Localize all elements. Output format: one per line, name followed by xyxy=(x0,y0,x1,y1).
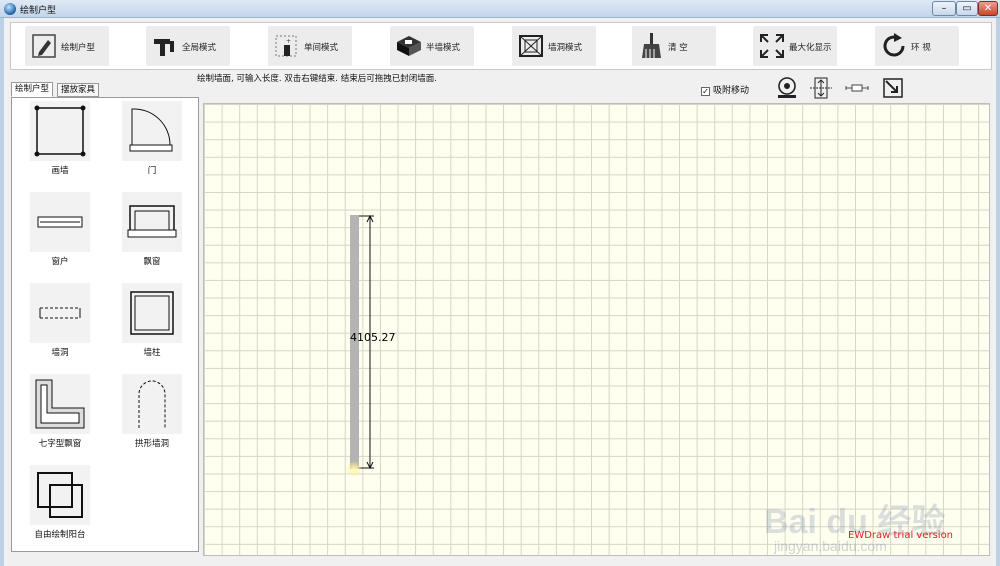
toolbar-clear-button[interactable]: 清 空 xyxy=(632,26,716,66)
palette-item-door[interactable]: 门 xyxy=(122,101,182,176)
palette-label: 门 xyxy=(147,166,157,176)
palette-label: 墙柱 xyxy=(143,348,161,358)
palette-label: 墙洞 xyxy=(51,348,69,358)
palette-item-bay-window[interactable]: 飘窗 xyxy=(122,192,182,267)
global-layout-icon xyxy=(154,39,174,56)
palette-label: 拱形墙洞 xyxy=(134,439,169,449)
toolbar-label: 环 视 xyxy=(911,43,931,53)
wall-hole-icon xyxy=(39,307,81,319)
window-icon xyxy=(37,216,83,228)
window-title: 绘制户型 xyxy=(20,6,57,16)
toolbar-half-wall-button[interactable]: 半墙模式 xyxy=(390,26,474,66)
instruction-text: 绘制墙面, 可输入长度. 双击右键结束. 结束后可拖拽已封闭墙面. xyxy=(197,74,437,84)
door-icon xyxy=(129,108,173,152)
toolbar-label: 绘制户型 xyxy=(61,43,96,53)
main-window: 绘制户型 全局模式 + 单间模式 半墙模式 墙洞模式 清 空 最大化显示 环 视 xyxy=(4,18,996,566)
half-wall-icon xyxy=(397,36,421,56)
maximize-button[interactable]: ▭ xyxy=(956,1,978,16)
palette-item-wall-pillar[interactable]: 墙柱 xyxy=(122,283,182,358)
bay-window-icon xyxy=(127,205,177,238)
wall-pillar-icon xyxy=(130,291,174,335)
toolbar-label: 半墙模式 xyxy=(426,43,461,53)
single-room-icon: + xyxy=(275,35,297,57)
rotate-icon xyxy=(883,33,905,57)
dimension-label: 4105.27 xyxy=(350,331,396,344)
trial-version-label: EWDraw trial version xyxy=(848,530,954,541)
toolbar-look-around-button[interactable]: 环 视 xyxy=(875,26,959,66)
toolbar-draw-plan-button[interactable]: 绘制户型 xyxy=(25,26,109,66)
toolbar-wall-hole-button[interactable]: 墙洞模式 xyxy=(512,26,596,66)
free-balcony-icon xyxy=(37,472,83,518)
l-bay-window-icon xyxy=(35,379,85,429)
palette-label: 窗户 xyxy=(51,257,69,267)
broom-icon xyxy=(642,33,661,58)
snap-move-label: 吸附移动 xyxy=(713,86,750,96)
toolbar: 绘制户型 全局模式 + 单间模式 半墙模式 墙洞模式 清 空 最大化显示 环 视 xyxy=(10,22,992,70)
svg-text:+: + xyxy=(286,38,291,45)
maximize-icon xyxy=(760,34,784,58)
minimize-button[interactable]: – xyxy=(932,1,956,16)
palette-item-window[interactable]: 窗户 xyxy=(30,192,90,267)
cursor-highlight xyxy=(347,462,361,476)
app-icon xyxy=(4,3,16,15)
watermark: Bai du 经验 jingyan.baidu.com xyxy=(764,480,964,560)
pencil-icon xyxy=(32,34,56,58)
vertical-measure-icon[interactable] xyxy=(808,76,834,100)
arch-hole-icon xyxy=(138,380,166,428)
palette-item-free-balcony[interactable]: 自由绘制阳台 xyxy=(30,465,90,540)
component-palette: 画墙 门 窗户 飘窗 墙洞 墙柱 七字型飘窗 拱形墙洞 自由绘制阳台 xyxy=(11,97,199,552)
camera-icon[interactable] xyxy=(774,76,800,100)
palette-label: 画墙 xyxy=(51,166,69,176)
tab-draw-plan[interactable]: 绘制户型 xyxy=(11,82,54,97)
close-button[interactable]: ✕ xyxy=(978,1,998,16)
toolbar-label: 清 空 xyxy=(668,43,688,53)
toolbar-label: 单间模式 xyxy=(304,43,339,53)
snap-move-checkbox[interactable]: ✓ 吸附移动 xyxy=(701,83,749,96)
palette-item-arch-hole[interactable]: 拱形墙洞 xyxy=(122,374,182,449)
toolbar-label: 墙洞模式 xyxy=(548,43,583,53)
palette-item-wall-hole[interactable]: 墙洞 xyxy=(30,283,90,358)
palette-label: 飘窗 xyxy=(143,257,161,267)
horizontal-measure-icon[interactable] xyxy=(844,76,870,100)
wall-hole-icon xyxy=(519,35,543,57)
toolbar-label: 最大化显示 xyxy=(789,43,832,53)
tab-place-furniture[interactable]: 摆放家具 xyxy=(57,83,100,97)
draw-wall-icon xyxy=(34,105,86,157)
toolbar-label: 全局模式 xyxy=(182,43,217,53)
toolbar-global-mode-button[interactable]: 全局模式 xyxy=(146,26,230,66)
toolbar-single-room-button[interactable]: + 单间模式 xyxy=(268,26,352,66)
palette-label: 七字型飘窗 xyxy=(38,439,82,449)
toolbar-maximize-view-button[interactable]: 最大化显示 xyxy=(753,26,837,66)
palette-item-draw-wall[interactable]: 画墙 xyxy=(30,101,90,176)
title-bar: 绘制户型 – ▭ ✕ xyxy=(0,0,1000,18)
palette-label: 自由绘制阳台 xyxy=(34,530,86,540)
import-icon[interactable] xyxy=(881,76,907,100)
checkbox-box[interactable]: ✓ xyxy=(701,87,710,96)
palette-item-l-bay-window[interactable]: 七字型飘窗 xyxy=(30,374,90,449)
